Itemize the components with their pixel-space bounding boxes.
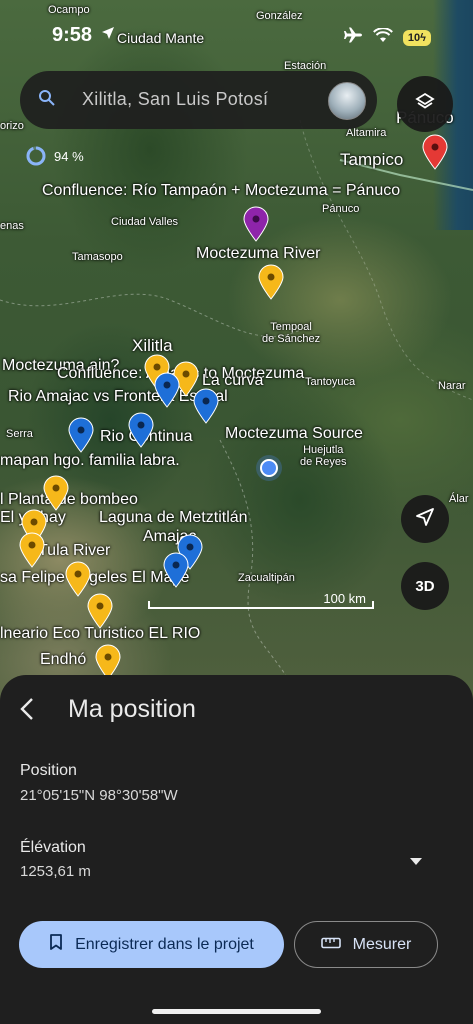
back-arrow-icon[interactable] (18, 697, 36, 726)
place-alamo: Álar (449, 493, 469, 505)
bookmark-icon (49, 933, 63, 956)
place-xilitla: Xilitla (132, 336, 173, 355)
map-pin-blue[interactable] (153, 372, 181, 408)
layers-icon (414, 91, 436, 118)
label-laguna[interactable]: Laguna de Metztitlán (99, 509, 248, 527)
measure-label: Mesurer (352, 935, 412, 953)
battery-level: 10 (407, 31, 421, 44)
place-altamira: Altamira (346, 127, 387, 139)
place-enas: enas (0, 220, 24, 232)
label-moctezuma-river[interactable]: Moctezuma River (196, 245, 320, 263)
place-tampico: Tampico (340, 150, 404, 169)
measure-button[interactable]: Mesurer (294, 921, 438, 968)
map-pin-red[interactable] (421, 134, 449, 170)
my-location-dot (256, 455, 282, 481)
scale-bar (148, 601, 374, 609)
place-tempoal: Tempoal de Sánchez (262, 321, 321, 345)
place-panuco: Pánuco (322, 203, 360, 215)
ruler-icon (320, 936, 341, 954)
position-sheet: Ma position Position 21°05'15"N 98°30'58… (0, 675, 473, 1024)
place-orizo: orizo (0, 120, 24, 132)
location-arrow-icon (101, 26, 115, 45)
elevation-label: Élévation (20, 839, 86, 856)
home-indicator[interactable] (152, 1009, 321, 1014)
save-to-project-label: Enregistrer dans le projet (75, 935, 254, 953)
place-tamasopo: Tamasopo (72, 251, 123, 263)
map-pin-blue[interactable] (67, 417, 95, 453)
map-pin-blue[interactable] (192, 388, 220, 424)
search-icon[interactable] (38, 89, 56, 112)
map-pin-yellow[interactable] (257, 264, 285, 300)
map-pin-blue[interactable] (127, 412, 155, 448)
label-mapan[interactable]: mapan hgo. familia labra. (0, 452, 180, 470)
label-moctezuma-source[interactable]: Moctezuma Source (225, 425, 363, 443)
map-pin-yellow[interactable] (42, 475, 70, 511)
map-pin-purple[interactable] (242, 206, 270, 242)
sheet-title: Ma position (68, 695, 196, 723)
elevation-value: 1253,61 m (20, 863, 91, 880)
battery-indicator: 10ϟ (402, 29, 431, 46)
map-pin-yellow[interactable] (18, 532, 46, 568)
label-endho[interactable]: Endhó (40, 651, 86, 669)
map-scale: 100 km (148, 591, 374, 613)
search-input[interactable]: Xilitla, San Luis Potosí (82, 89, 268, 110)
status-bar: 9:58 Ciudad Mante 10ϟ (0, 0, 473, 64)
airplane-icon (343, 27, 363, 48)
wifi-icon (373, 26, 393, 48)
status-location-label: Ciudad Mante (117, 30, 205, 46)
status-time: 9:58 (52, 24, 93, 46)
position-value: 21°05'15"N 98°30'58"W (20, 787, 178, 804)
place-naranjos: Narar (438, 380, 466, 392)
dropdown-arrow-icon[interactable] (409, 853, 423, 871)
scale-label: 100 km (323, 591, 366, 606)
map-pin-yellow[interactable] (86, 593, 114, 629)
label-tula[interactable]: Tula River (38, 542, 110, 560)
place-huejutla: Huejutla de Reyes (300, 444, 347, 468)
save-to-project-button[interactable]: Enregistrer dans le projet (19, 921, 284, 968)
map-pin-blue[interactable] (162, 552, 190, 588)
progress-value: 94 % (54, 148, 84, 164)
position-label: Position (20, 762, 77, 779)
charging-bolt-icon: ϟ (420, 31, 426, 44)
my-location-button[interactable] (401, 495, 449, 543)
layers-button[interactable] (397, 76, 453, 132)
navigation-arrow-icon (415, 507, 435, 532)
place-ciudad-valles: Ciudad Valles (111, 216, 179, 228)
3d-toggle-button[interactable]: 3D (401, 562, 449, 610)
place-zacualtipan: Zacualtipán (238, 572, 295, 584)
loading-progress: 94 % (26, 146, 84, 166)
place-serra: Serra (6, 428, 33, 440)
label-confluence-top[interactable]: Confluence: Río Tampaón + Moctezuma = Pá… (42, 182, 400, 200)
place-tantoyuca: Tantoyuca (305, 376, 356, 388)
progress-ring-icon (26, 146, 46, 166)
search-bar[interactable]: Xilitla, San Luis Potosí (20, 71, 377, 129)
map-pin-yellow[interactable] (64, 561, 92, 597)
avatar[interactable] (328, 82, 366, 120)
